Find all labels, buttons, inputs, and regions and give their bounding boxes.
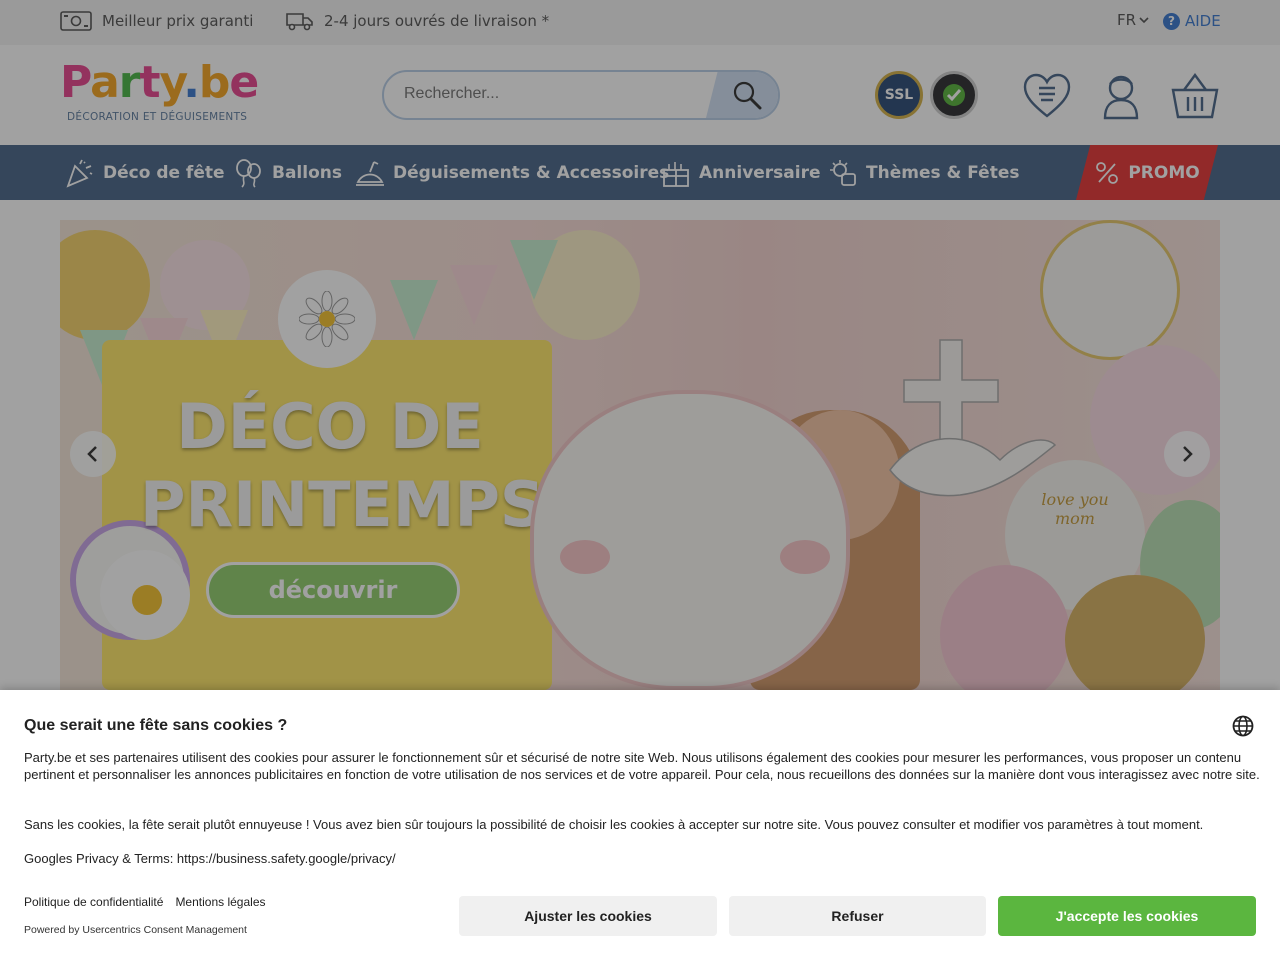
cookie-consent-banner: Que serait une fête sans cookies ? Party… — [0, 690, 1280, 960]
accept-cookies-button[interactable]: J'accepte les cookies — [998, 896, 1256, 936]
modal-backdrop — [0, 0, 1280, 690]
cookie-paragraph-1: Party.be et ses partenaires utilisent de… — [24, 750, 1260, 782]
refuse-cookies-button[interactable]: Refuser — [729, 896, 986, 936]
adjust-cookies-button[interactable]: Ajuster les cookies — [459, 896, 717, 936]
legal-notice-link[interactable]: Mentions légales — [175, 895, 265, 909]
cookie-links: Politique de confidentialité Mentions lé… — [24, 895, 266, 909]
globe-icon[interactable] — [1232, 715, 1254, 737]
cookie-title: Que serait une fête sans cookies ? — [24, 717, 288, 734]
privacy-policy-link[interactable]: Politique de confidentialité — [24, 895, 163, 909]
powered-by-text: Powered by Usercentrics Consent Manageme… — [24, 924, 247, 936]
cookie-paragraph-3: Googles Privacy & Terms: https://busines… — [24, 851, 396, 866]
cookie-paragraph-2: Sans les cookies, la fête serait plutôt … — [24, 817, 1204, 832]
